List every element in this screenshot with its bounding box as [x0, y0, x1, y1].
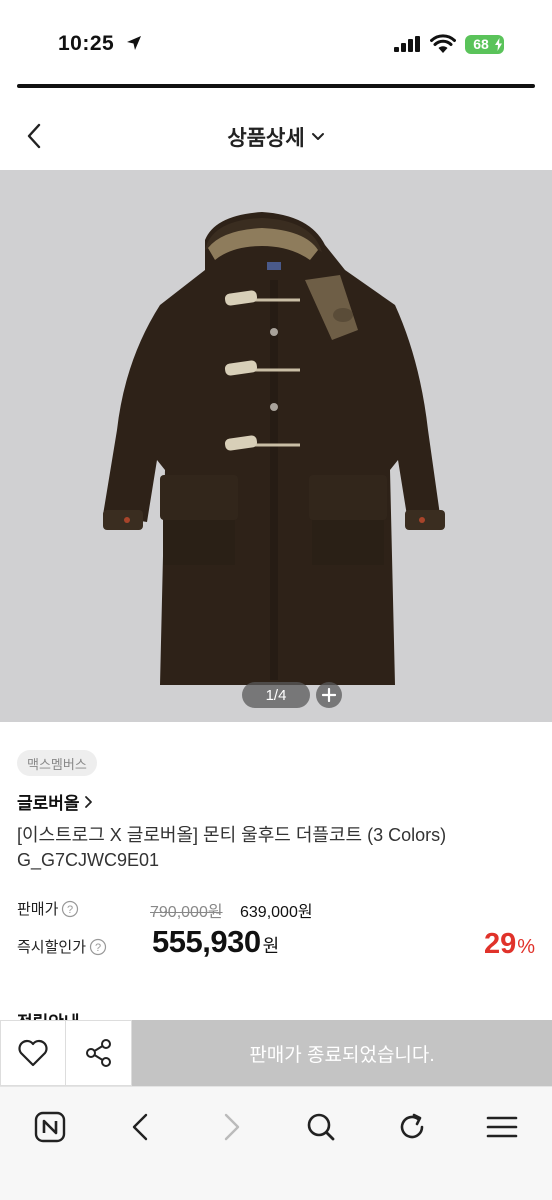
svg-text:?: ? — [67, 904, 73, 916]
browser-toolbar — [0, 1086, 552, 1200]
brand-name: 글로버올 — [17, 794, 80, 813]
discount-unit: % — [517, 936, 535, 958]
share-icon — [85, 1039, 111, 1067]
plus-icon — [322, 688, 336, 702]
browser-back-button[interactable] — [118, 1105, 162, 1149]
page-header: 상품상세 — [0, 100, 552, 170]
battery-icon: 68 — [465, 35, 504, 54]
product-name: [이스트로그 X 글로버올] 몬티 울후드 더플코트 (3 Colors) — [17, 825, 447, 845]
naver-home-button[interactable] — [28, 1105, 72, 1149]
status-time: 10:25 — [58, 32, 115, 55]
instant-price: 555,930 원 — [152, 924, 279, 960]
naver-home-icon — [34, 1111, 66, 1143]
action-bar: 판매가 종료되었습니다. — [0, 1020, 552, 1086]
browser-refresh-button[interactable] — [390, 1105, 434, 1149]
help-icon[interactable]: ? — [89, 938, 107, 956]
search-icon — [307, 1113, 335, 1141]
battery-bolt-icon — [495, 38, 502, 51]
sale-price: 639,000원 — [240, 904, 313, 921]
chevron-right-icon — [84, 795, 92, 808]
browser-search-button[interactable] — [299, 1105, 343, 1149]
price-row: 판매가 ? — [17, 898, 79, 919]
page-title-dropdown[interactable]: 상품상세 — [0, 122, 552, 152]
refresh-icon — [400, 1113, 424, 1139]
sold-out-button[interactable]: 판매가 종료되었습니다. — [132, 1020, 552, 1086]
instant-label: 즉시할인가 — [17, 939, 87, 956]
back-arrow-icon — [132, 1113, 148, 1141]
forward-arrow-icon — [224, 1113, 240, 1141]
status-divider — [17, 84, 535, 88]
location-arrow-icon — [127, 36, 141, 50]
image-counter: 1/4 — [242, 682, 310, 708]
member-badge: 맥스멤버스 — [17, 750, 97, 776]
duffle-coat-image — [103, 212, 445, 685]
browser-forward-button[interactable] — [210, 1105, 254, 1149]
instant-discount-row: 즉시할인가 ? — [17, 936, 107, 957]
battery-level: 68 — [473, 36, 489, 52]
discount-rate: 29 % — [484, 928, 535, 961]
svg-text:?: ? — [95, 942, 101, 954]
brand-link[interactable]: 글로버올 — [17, 789, 93, 814]
share-button[interactable] — [66, 1020, 132, 1086]
image-expand-button[interactable] — [316, 682, 342, 708]
heart-icon — [18, 1039, 48, 1067]
price-label: 판매가 — [17, 901, 59, 918]
chevron-down-icon — [311, 133, 324, 140]
help-icon[interactable]: ? — [61, 900, 79, 918]
page-title: 상품상세 — [227, 127, 305, 150]
wifi-icon — [430, 34, 456, 53]
status-bar: 10:25 68 — [0, 0, 552, 88]
browser-menu-button[interactable] — [480, 1105, 524, 1149]
signal-icon — [394, 36, 420, 52]
discount-value: 29 — [483, 928, 517, 960]
instant-price-value: 555,930 — [152, 924, 261, 959]
like-button[interactable] — [0, 1020, 66, 1086]
original-price: 790,000원 — [150, 904, 223, 921]
menu-icon — [486, 1116, 518, 1138]
instant-price-unit: 원 — [262, 936, 280, 956]
product-code: G_G7CJWC9E01 — [17, 850, 160, 870]
product-image-gallery[interactable]: 1/4 — [0, 170, 552, 722]
